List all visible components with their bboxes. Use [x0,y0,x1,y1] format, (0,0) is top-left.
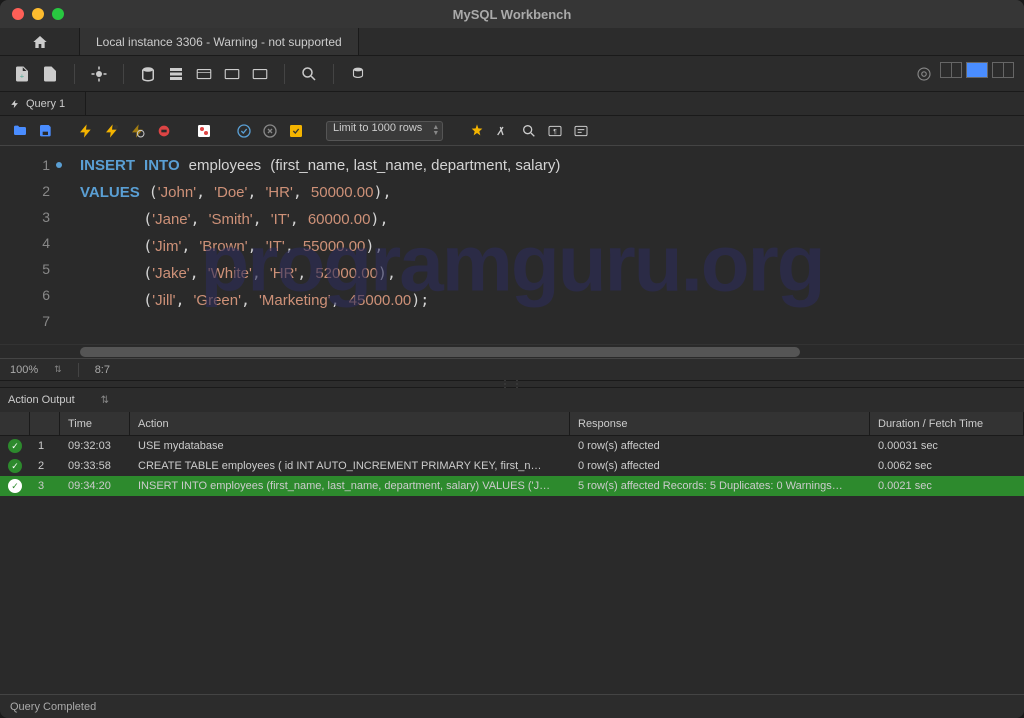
search-button[interactable] [297,62,321,86]
titlebar: MySQL Workbench [0,0,1024,28]
svg-text:¶: ¶ [553,128,557,135]
execute-button[interactable] [76,121,96,141]
col-response[interactable]: Response [570,412,870,435]
connection-tabbar: Local instance 3306 - Warning - not supp… [0,28,1024,56]
execute-current-button[interactable] [102,121,122,141]
search-icon[interactable] [519,121,539,141]
output-row[interactable]: ✓ 2 09:33:58 CREATE TABLE employees ( id… [0,456,1024,476]
panel-toggle-right[interactable] [992,62,1014,78]
db-button-5[interactable] [248,62,272,86]
sql-editor[interactable]: 1 2 3 4 5 6 7 INSERT INTO employees (fir… [0,146,1024,344]
explain-button[interactable] [128,121,148,141]
panel-toggle-bottom[interactable] [966,62,988,78]
minimize-window-button[interactable] [32,8,44,20]
output-panel-header: Action Output [0,388,1024,412]
inspector-button[interactable] [87,62,111,86]
col-duration[interactable]: Duration / Fetch Time [870,412,1024,435]
save-file-button[interactable] [36,121,56,141]
panel-toggle-left[interactable] [940,62,962,78]
limit-rows-select[interactable]: Limit to 1000 rows ▲▼ [326,121,443,141]
zoom-arrows[interactable]: ⇅ [54,364,62,375]
svg-text:+: + [20,71,25,80]
home-icon [32,34,48,50]
status-text: Query Completed [10,701,96,713]
horizontal-scrollbar[interactable] [0,344,1024,358]
success-icon: ✓ [8,439,22,453]
code-area[interactable]: INSERT INTO employees (first_name, last_… [70,146,1024,344]
statement-marker [56,162,62,168]
autocommit-button[interactable] [286,121,306,141]
editor-statusbar: 100% ⇅ 8:7 [0,358,1024,380]
status-footer: Query Completed [0,694,1024,718]
maximize-window-button[interactable] [52,8,64,20]
db-button-4[interactable] [220,62,244,86]
wrap-button[interactable] [571,121,591,141]
scrollbar-thumb[interactable] [80,347,800,357]
invisibles-button[interactable]: ¶ [545,121,565,141]
query-tab[interactable]: Query 1 [0,92,86,115]
new-sql-tab-button[interactable]: + [10,62,34,86]
panel-splitter[interactable]: ⋮⋮ [0,380,1024,388]
window-title: MySQL Workbench [453,7,572,22]
connection-tab[interactable]: Local instance 3306 - Warning - not supp… [80,28,359,55]
toggle-1-button[interactable] [194,121,214,141]
beautify-button[interactable] [467,121,487,141]
query-tabs: Query 1 [0,92,1024,116]
db-button-1[interactable] [136,62,160,86]
query-tab-label: Query 1 [26,98,65,110]
col-time[interactable]: Time [60,412,130,435]
output-type-select[interactable]: Action Output [8,394,109,406]
col-action[interactable]: Action [130,412,570,435]
open-file-button[interactable] [10,121,30,141]
zoom-level[interactable]: 100% [10,364,38,376]
action-output-table: Time Action Response Duration / Fetch Ti… [0,412,1024,496]
output-table-header: Time Action Response Duration / Fetch Ti… [0,412,1024,436]
output-row[interactable]: ✓ 1 09:32:03 USE mydatabase 0 row(s) aff… [0,436,1024,456]
home-button[interactable] [0,28,80,55]
success-icon: ✓ [8,479,22,493]
db-button-2[interactable] [164,62,188,86]
cursor-position: 8:7 [95,364,110,376]
reconnect-button[interactable] [346,62,370,86]
close-window-button[interactable] [12,8,24,20]
line-gutter: 1 2 3 4 5 6 7 [0,146,70,344]
open-sql-button[interactable] [38,62,62,86]
success-icon: ✓ [8,459,22,473]
editor-toolbar: Limit to 1000 rows ▲▼ ¶ [0,116,1024,146]
stop-button[interactable] [154,121,174,141]
rollback-button[interactable] [260,121,280,141]
main-toolbar: + [0,56,1024,92]
db-button-3[interactable] [192,62,216,86]
find-button[interactable] [493,121,513,141]
commit-button[interactable] [234,121,254,141]
output-row-selected[interactable]: ✓ 3 09:34:20 INSERT INTO employees (firs… [0,476,1024,496]
settings-icon[interactable] [912,62,936,86]
lightning-icon [10,99,20,109]
